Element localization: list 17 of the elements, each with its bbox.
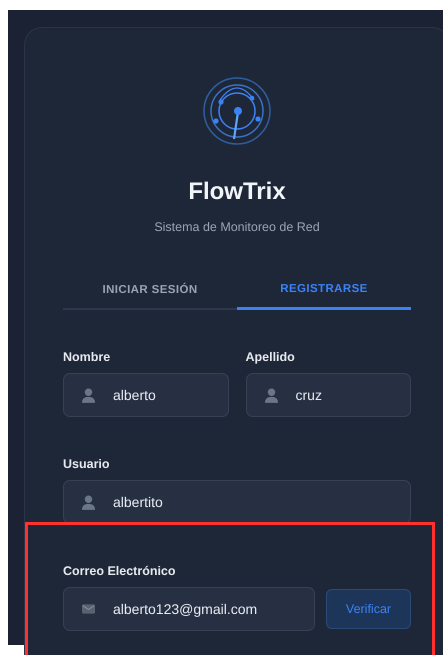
field-label: Correo Electrónico xyxy=(63,564,177,578)
user-icon xyxy=(264,388,278,402)
tab[interactable]: REGISTRARSE xyxy=(237,283,411,310)
tab[interactable]: INICIAR SESIÓN xyxy=(63,283,237,310)
input-field[interactable]: alberto123@gmail.com xyxy=(63,587,315,631)
input-field[interactable]: alberto xyxy=(63,373,228,417)
envelope-icon xyxy=(82,604,95,614)
radar-logo-icon xyxy=(202,76,272,146)
field-label: Usuario xyxy=(63,457,111,471)
app-title: FlowTrix xyxy=(188,178,286,206)
field-label: Apellido xyxy=(246,350,296,364)
input-field[interactable]: albertito xyxy=(63,480,411,524)
field-label: Nombre xyxy=(63,350,112,364)
app-subtitle: Sistema de Monitoreo de Red xyxy=(154,220,320,234)
input-field[interactable]: cruz xyxy=(246,373,411,417)
user-icon xyxy=(82,388,95,402)
user-icon xyxy=(82,494,95,510)
